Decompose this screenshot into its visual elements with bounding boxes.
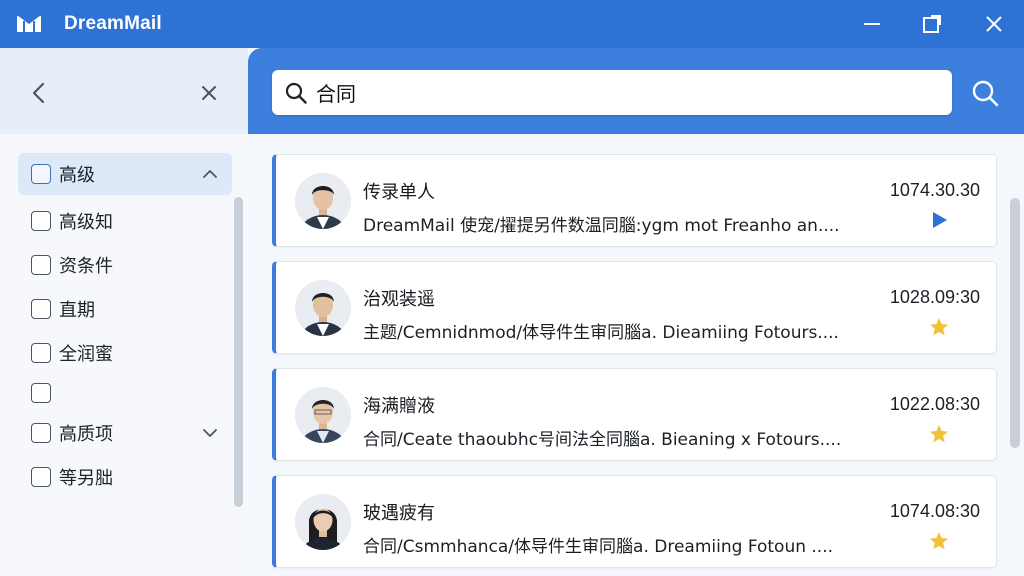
filter-item[interactable]: 全润蜜 [18, 332, 232, 374]
title-bar: DreamMail [0, 0, 1024, 48]
filter-label: 全润蜜 [59, 344, 113, 365]
mail-sender: 传录单人 [363, 182, 435, 203]
filter-label: 等另胐 [59, 468, 113, 489]
filter-item[interactable]: 高级知 [18, 200, 232, 242]
chevron-down-icon[interactable] [202, 425, 218, 441]
filter-checkbox[interactable] [31, 383, 51, 403]
mail-preview: 合同/Csmmhanca/体导件生审同腦a. Dreamiing Fotoun … [363, 537, 834, 557]
app-title: DreamMail [64, 13, 162, 34]
male-avatar [295, 173, 351, 229]
minimize-icon [864, 23, 880, 25]
mail-preview: 合同/Ceate thaoubhc号间法全同腦a. Bieaning x Fot… [363, 430, 842, 450]
mail-time: 1074.08:30 [889, 501, 980, 521]
maximize-button[interactable] [918, 10, 946, 38]
dreammail-window: DreamMail 合同 高级 高级知 资条件 直期 全润蜜 高质项 等另胐 传… [0, 0, 1024, 576]
mail-item[interactable]: 玻遇疲有 合同/Csmmhanca/体导件生审同腦a. Dreamiing Fo… [272, 475, 997, 568]
play-icon[interactable] [928, 209, 950, 231]
sidebar-scrollbar[interactable] [234, 197, 243, 507]
search-box[interactable] [272, 70, 952, 115]
male-avatar [295, 280, 351, 336]
filter-checkbox[interactable] [31, 467, 51, 487]
filter-sidebar: 高级 高级知 资条件 直期 全润蜜 高质项 等另胐 [0, 134, 248, 576]
filter-item[interactable] [18, 372, 232, 414]
mail-time: 1074.30.30 [889, 180, 980, 200]
filter-checkbox[interactable] [31, 211, 51, 231]
filter-checkbox[interactable] [31, 423, 51, 443]
filter-label: 高级知 [59, 212, 113, 233]
filter-item[interactable]: 资条件 [18, 244, 232, 286]
filter-checkbox[interactable] [31, 299, 51, 319]
filter-item[interactable]: 高级 [18, 153, 232, 195]
mail-item[interactable]: 治观装遥 主题/Cemnidnmod/体导件生审同腦a. Dieamiing F… [272, 261, 997, 354]
mail-sender: 海满贈液 [363, 396, 435, 417]
mail-list-scrollbar[interactable] [1010, 198, 1020, 448]
star-icon[interactable] [928, 423, 950, 445]
filter-item[interactable]: 等另胐 [18, 456, 232, 498]
filter-checkbox[interactable] [31, 164, 51, 184]
search-icon [285, 82, 307, 104]
mail-sender: 玻遇疲有 [363, 503, 435, 524]
close-icon [986, 16, 1002, 32]
mail-sender: 治观装遥 [363, 289, 435, 310]
star-icon[interactable] [928, 530, 950, 552]
filter-label: 高质项 [59, 424, 113, 445]
filter-item[interactable]: 直期 [18, 288, 232, 330]
envelope-logo-icon [17, 13, 41, 32]
filter-label: 资条件 [59, 256, 113, 277]
back-arrow-icon[interactable] [28, 80, 50, 106]
mail-item[interactable]: 海满贈液 合同/Ceate thaoubhc号间法全同腦a. Bieaning … [272, 368, 997, 461]
filter-checkbox[interactable] [31, 343, 51, 363]
maximize-icon [923, 15, 941, 33]
filter-label: 高级 [59, 165, 95, 186]
search-submit-icon[interactable] [970, 78, 1000, 108]
minimize-button[interactable] [858, 10, 886, 38]
male-avatar [295, 387, 351, 443]
mail-item[interactable]: 传录单人 DreamMail 使宠/擢提另件数温同腦:ygm mot Frean… [272, 154, 997, 247]
mail-time: 1028.09:30 [889, 287, 980, 307]
mail-time: 1022.08:30 [889, 394, 980, 414]
filter-label: 直期 [59, 300, 95, 321]
close-button[interactable] [980, 10, 1008, 38]
chevron-up-icon[interactable] [202, 166, 218, 182]
female-avatar [295, 494, 351, 550]
star-icon[interactable] [928, 316, 950, 338]
filter-checkbox[interactable] [31, 255, 51, 275]
mail-list: 传录单人 DreamMail 使宠/擢提另件数温同腦:ygm mot Frean… [272, 154, 998, 576]
clear-filter-icon[interactable] [198, 82, 220, 104]
mail-preview: 主题/Cemnidnmod/体导件生审同腦a. Dieamiing Fotour… [363, 323, 839, 343]
search-input[interactable] [316, 72, 916, 113]
filter-item[interactable]: 高质项 [18, 412, 232, 454]
mail-preview: DreamMail 使宠/擢提另件数温同腦:ygm mot Freanho an… [363, 216, 840, 236]
